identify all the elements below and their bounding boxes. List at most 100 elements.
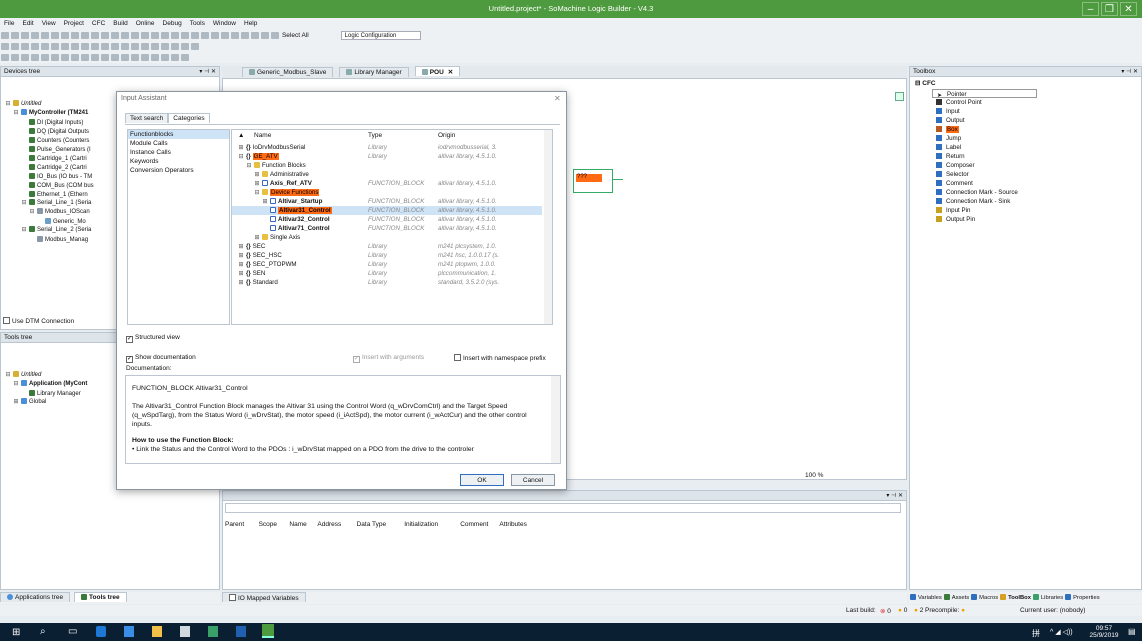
expand-icon[interactable]: ⊞ <box>13 399 19 406</box>
toolbox-item-comment[interactable]: Comment <box>936 179 1141 188</box>
build-messages[interactable]: ● 2 <box>914 607 923 614</box>
var-col-header[interactable]: Data Type <box>357 521 387 528</box>
collapse-icon[interactable]: ⊟ <box>21 200 27 207</box>
doc-tab-generic-modbus-slave[interactable]: Generic_Modbus_Slave <box>242 67 334 77</box>
tab-categories[interactable]: Categories <box>168 113 210 123</box>
toolbox-section-cfc[interactable]: ⊟ CFC <box>910 77 1141 89</box>
maximize-button[interactable]: ❐ <box>1101 2 1118 16</box>
search-icon[interactable]: ⌕ <box>40 626 46 637</box>
variables-filter-input[interactable] <box>225 503 901 513</box>
category-item[interactable]: Functionblocks <box>128 130 229 139</box>
app-icon-2[interactable] <box>236 626 246 637</box>
toolbox-item-box[interactable]: Box <box>936 125 1141 134</box>
insert-namespace-checkbox[interactable]: Insert with namespace prefix <box>454 354 546 362</box>
category-item[interactable]: Instance Calls <box>128 148 229 157</box>
use-dtm-checkbox[interactable]: Use DTM Connection <box>3 317 74 325</box>
menu-project[interactable]: Project <box>60 18 88 29</box>
menu-window[interactable]: Window <box>209 18 240 29</box>
toolbox-item-input[interactable]: Input <box>936 107 1141 116</box>
item-row[interactable]: ⊟{} GE_ATV Library altivar library, 4.5.1.0… <box>232 152 542 161</box>
collapse-icon[interactable]: ⊟ <box>29 209 35 216</box>
category-item[interactable]: Keywords <box>128 157 229 166</box>
category-item[interactable]: Module Calls <box>128 139 229 148</box>
notifications-icon[interactable]: ▤ <box>1128 627 1136 636</box>
var-col-header[interactable]: Initialization <box>404 521 438 528</box>
toolbox-controls[interactable]: ▾ ⊣ ✕ <box>1121 68 1138 75</box>
item-row[interactable]: Altivar71_Control FUNCTION_BLOCK altivar l… <box>232 224 542 233</box>
item-row[interactable]: ⊞{} Standard Library standard, 3.5.2.0 (sys… <box>232 278 542 287</box>
collapse-icon[interactable]: ⊟ <box>21 227 27 234</box>
clock[interactable]: 09:57 25/9/2019 <box>1086 625 1122 639</box>
menu-tools[interactable]: Tools <box>186 18 209 29</box>
tab-properties[interactable]: Properties <box>1065 594 1100 601</box>
dialog-close-icon[interactable]: ✕ <box>554 94 561 103</box>
item-row[interactable]: ⊟ Device Functions <box>232 188 542 197</box>
tab-assets[interactable]: Assets <box>943 594 969 601</box>
precompile-status[interactable]: Precompile: ● <box>925 607 965 614</box>
doc-tab-pou[interactable]: POU ✕ <box>414 66 461 76</box>
menu-online[interactable]: Online <box>132 18 159 29</box>
category-item[interactable]: Conversion Operators <box>128 166 229 175</box>
item-row[interactable]: Altivar32_Control FUNCTION_BLOCK altivar l… <box>232 215 542 224</box>
ok-button[interactable]: OK <box>460 474 504 486</box>
item-row[interactable]: ⊞{} SEC_HSC Library m241 hsc, 1.0.0.17 (s. <box>232 251 542 260</box>
cancel-button[interactable]: Cancel <box>511 474 555 486</box>
tab-tools-tree[interactable]: Tools tree <box>74 592 127 602</box>
ime-indicator[interactable]: 拼 <box>1032 628 1040 639</box>
close-button[interactable]: ✕ <box>1120 2 1137 16</box>
doc-scrollbar[interactable] <box>551 376 560 463</box>
edge-icon[interactable] <box>96 626 106 637</box>
doc-tab-library-manager[interactable]: Library Manager <box>339 67 409 77</box>
tray-icons[interactable]: ^ ◢ ◁)) <box>1050 628 1073 636</box>
menu-build[interactable]: Build <box>109 18 131 29</box>
toolbox-item-pointer[interactable]: ➤ Pointer <box>932 89 1037 99</box>
item-row[interactable]: ⊟ Function Blocks <box>232 161 542 170</box>
menu-cfc[interactable]: CFC <box>88 18 109 29</box>
toolbox-item-connection-mark-sink[interactable]: Connection Mark - Sink <box>936 197 1141 206</box>
menu-help[interactable]: Help <box>240 18 261 29</box>
tab-macros[interactable]: Macros <box>971 594 998 601</box>
menu-edit[interactable]: Edit <box>18 18 37 29</box>
item-row[interactable]: ⊞ Axis_Ref_ATV FUNCTION_BLOCK altivar libra… <box>232 179 542 188</box>
collapse-icon[interactable]: ⊟ <box>13 110 19 117</box>
tab-variables[interactable]: Variables <box>910 594 942 601</box>
item-row[interactable]: Altivar31_Control FUNCTION_BLOCK altivar l… <box>232 206 542 215</box>
structured-view-checkbox[interactable]: ✓ Structured view <box>126 334 180 343</box>
menu-view[interactable]: View <box>38 18 60 29</box>
toolbox-item-input-pin[interactable]: Input Pin <box>936 206 1141 215</box>
collapse-icon[interactable]: ⊟ <box>5 372 11 379</box>
tab-toolbox[interactable]: ToolBox <box>1000 594 1031 601</box>
toolbar-icons-3[interactable] <box>0 54 190 65</box>
somachine-task-icon[interactable] <box>262 624 274 638</box>
var-col-header[interactable]: Name <box>289 521 306 528</box>
item-list-scrollbar[interactable] <box>544 130 552 324</box>
item-row[interactable]: ⊞{} SEC Library m241 plcsystem, 1.0. <box>232 242 542 251</box>
documentation-box[interactable]: FUNCTION_BLOCK Altivar31_Control The Alt… <box>125 375 561 464</box>
toolbox-item-composer[interactable]: Composer <box>936 161 1141 170</box>
var-col-header[interactable]: Attributes <box>499 521 526 528</box>
item-row[interactable]: ⊞{} SEN Library plccommunication, 1. <box>232 269 542 278</box>
zoom-level[interactable]: 100 % <box>805 472 823 479</box>
var-col-header[interactable]: Scope <box>259 521 277 528</box>
logic-config-dropdown[interactable]: Logic Configuration <box>340 31 421 40</box>
show-documentation-checkbox[interactable]: ✓ Show documentation <box>126 354 196 363</box>
item-row[interactable]: ⊞ Administrative <box>232 170 542 179</box>
tab-io-mapped-variables[interactable]: IO Mapped Variables <box>222 592 306 602</box>
collapse-icon[interactable]: ⊟ <box>13 381 19 388</box>
build-warnings[interactable]: ● 0 <box>898 607 907 614</box>
task-view-icon[interactable]: ▭ <box>68 626 77 637</box>
var-col-header[interactable]: Address <box>317 521 341 528</box>
toolbox-item-label[interactable]: Label <box>936 143 1141 152</box>
close-tab-icon[interactable]: ✕ <box>448 69 453 76</box>
toolbox-item-control-point[interactable]: Control Point <box>936 98 1141 107</box>
minimize-button[interactable]: – <box>1082 2 1099 16</box>
toolbox-item-output-pin[interactable]: Output Pin <box>936 215 1141 224</box>
build-errors[interactable]: ⊗ 0 <box>880 607 891 615</box>
menu-file[interactable]: File <box>0 18 18 29</box>
toolbox-item-connection-mark-source[interactable]: Connection Mark - Source <box>936 188 1141 197</box>
var-pane-controls[interactable]: ▾ ⊣ ✕ <box>886 492 903 499</box>
var-col-header[interactable]: Parent <box>225 521 244 528</box>
store-icon[interactable] <box>124 626 134 637</box>
item-row[interactable]: ⊞ Single Axis <box>232 233 542 242</box>
pane-controls[interactable]: ▾ ⊣ ✕ <box>199 68 216 75</box>
